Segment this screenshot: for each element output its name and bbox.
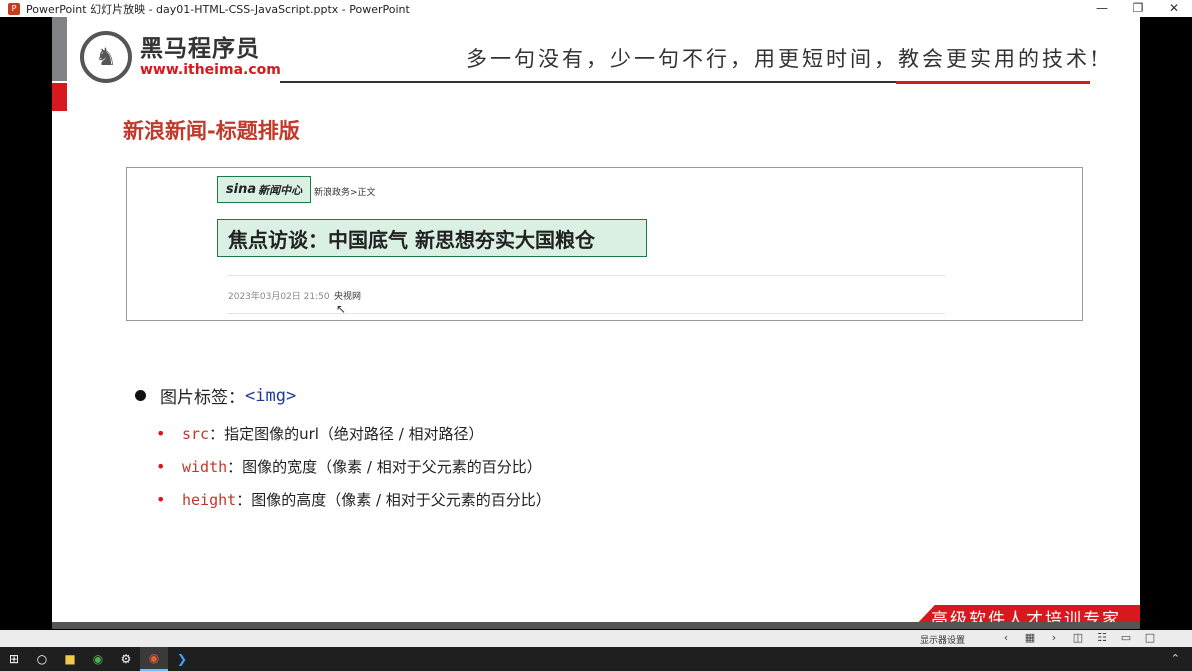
attr-code: height — [182, 490, 237, 509]
list-item: • width ：图像的宽度（像素 / 相对于父元素的百分比） — [156, 450, 551, 483]
slide[interactable]: ♞ 黑马程序员 www.itheima.com 多一句没有，少一句不行，用更短时… — [52, 17, 1140, 629]
list-item: • height ：图像的高度（像素 / 相对于父元素的百分比） — [156, 483, 551, 516]
sina-divider-bottom — [227, 313, 945, 314]
attr-desc: ：图像的宽度（像素 / 相对于父元素的百分比） — [227, 458, 542, 476]
slide-sorter-icon[interactable]: ☷ — [1090, 631, 1114, 644]
sina-divider-top — [227, 275, 945, 276]
tray-chevron-icon[interactable]: ⌃ — [1171, 652, 1180, 665]
slideshow-screen: ♞ 黑马程序员 www.itheima.com 多一句没有，少一句不行，用更短时… — [0, 17, 1192, 647]
list-item: • src ：指定图像的url（绝对路径 / 相对路径） — [156, 417, 551, 450]
sina-headline: 焦点访谈：中国底气 新思想夯实大国粮仓 — [217, 219, 647, 257]
settings-icon[interactable]: ⚙ — [112, 647, 140, 671]
attribute-list: • src ：指定图像的url（绝对路径 / 相对路径） • width ：图像… — [156, 417, 551, 516]
next-slide-icon[interactable]: › — [1042, 631, 1066, 644]
reading-view-icon[interactable]: ▭ — [1114, 631, 1138, 644]
slideshow-toolbar: 显示器设置 ‹ ▦ › ◫ ☷ ▭ □ — [0, 630, 1192, 647]
slide-bottom-bar — [52, 622, 1140, 629]
horse-logo-icon: ♞ — [80, 31, 132, 83]
decor-gray-bar — [52, 17, 67, 81]
sub-bullet-icon: • — [156, 490, 166, 509]
chrome-icon[interactable]: ◉ — [84, 647, 112, 671]
windows-taskbar: ⊞ ○ ■ ◉ ⚙ ◉ ❯ ⌃ — [0, 647, 1192, 671]
slide-title: 新浪新闻-标题排版 — [123, 119, 300, 143]
bullet-label: 图片标签： — [160, 388, 245, 408]
window-title: PowerPoint 幻灯片放映 - day01-HTML-CSS-JavaSc… — [26, 2, 410, 16]
display-settings-button[interactable]: 显示器设置 — [920, 633, 965, 646]
slideshow-controls: ‹ ▦ › ◫ ☷ ▭ □ — [994, 631, 1162, 644]
powerpoint-icon: P — [8, 2, 20, 15]
bullet-tag: <img> — [245, 385, 297, 406]
attr-desc: ：指定图像的url（绝对路径 / 相对路径） — [209, 425, 484, 443]
sina-breadcrumb: 新浪政务>正文 — [314, 188, 376, 198]
attr-code: src — [182, 424, 210, 443]
header-divider-red — [896, 81, 1090, 84]
bullet-dot-icon — [135, 390, 146, 401]
slideshow-icon[interactable]: □ — [1138, 631, 1162, 644]
close-icon[interactable]: ✕ — [1156, 0, 1192, 17]
sina-date: 2023年03月02日 21:50 — [228, 292, 330, 302]
sub-bullet-icon: • — [156, 424, 166, 443]
sub-bullet-icon: • — [156, 457, 166, 476]
attr-desc: ：图像的高度（像素 / 相对于父元素的百分比） — [236, 491, 551, 509]
window-controls: — ❐ ✕ — [1084, 0, 1192, 17]
logo-cn-text: 黑马程序员 — [140, 36, 260, 62]
sina-news-screenshot: sina 新闻中心 新浪政务>正文 焦点访谈：中国底气 新思想夯实大国粮仓 20… — [126, 167, 1083, 321]
grid-view-icon[interactable]: ▦ — [1018, 631, 1042, 644]
restore-icon[interactable]: ❐ — [1120, 0, 1156, 17]
vscode-icon[interactable]: ❯ — [168, 647, 196, 671]
sina-logo-text: 新闻中心 — [258, 183, 303, 197]
bullet-img-tag: 图片标签： <img> — [135, 383, 296, 408]
slogan: 多一句没有，少一句不行，用更短时间，教会更实用的技术! — [466, 47, 1102, 71]
logo-url-text: www.itheima.com — [140, 62, 281, 78]
sina-brand: sina — [225, 182, 257, 197]
search-icon[interactable]: ○ — [28, 647, 56, 671]
minimize-icon[interactable]: — — [1084, 0, 1120, 17]
sina-source: 央视网 — [334, 292, 362, 302]
attr-code: width — [182, 457, 228, 476]
window-titlebar: P PowerPoint 幻灯片放映 - day01-HTML-CSS-Java… — [0, 0, 1192, 17]
presenter-view-icon[interactable]: ◫ — [1066, 631, 1090, 644]
itheima-logo: ♞ 黑马程序员 www.itheima.com — [80, 31, 281, 83]
file-explorer-icon[interactable]: ■ — [56, 647, 84, 671]
previous-slide-icon[interactable]: ‹ — [994, 631, 1018, 644]
powerpoint-taskbar-icon[interactable]: ◉ — [140, 647, 168, 671]
decor-red-bar — [52, 83, 67, 111]
windows-start-icon[interactable]: ⊞ — [0, 647, 28, 671]
sina-logo: sina 新闻中心 — [217, 176, 311, 203]
